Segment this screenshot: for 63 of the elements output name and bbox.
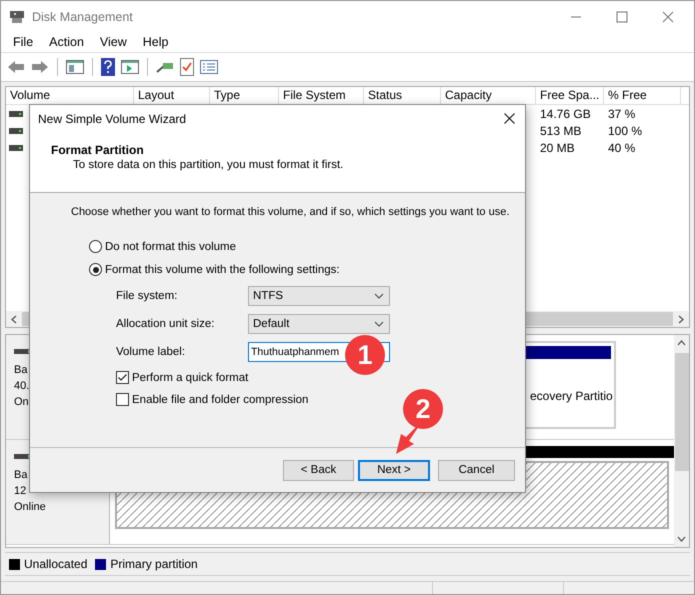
window-title: Disk Management <box>32 10 133 24</box>
radio-button[interactable] <box>89 263 102 276</box>
legend-label: Primary partition <box>110 557 198 571</box>
field-label: Allocation unit size: <box>116 318 216 330</box>
scroll-right-icon[interactable] <box>678 314 684 324</box>
legend-label: Unallocated <box>24 557 88 571</box>
scroll-up-icon[interactable] <box>677 340 686 346</box>
radio-label[interactable]: Do not format this volume <box>105 240 236 252</box>
help-icon[interactable] <box>101 58 115 76</box>
disk-info-text: Online <box>14 500 47 515</box>
drive-icon <box>9 144 23 150</box>
scroll-left-icon[interactable] <box>11 314 17 324</box>
table-cell-text: 14.76 GB <box>539 106 592 120</box>
instruction-text: Choose whether you want to format this volume, and if so, which settings you want to use. <box>71 206 510 218</box>
radio-label[interactable]: Format this volume with the following settings: <box>105 264 340 276</box>
page-subtitle: To store data on this partition, you must format it first. <box>73 159 344 171</box>
vertical-scrollbar[interactable] <box>674 335 689 547</box>
column-header[interactable]: % Free <box>604 87 681 104</box>
back-arrow-icon[interactable] <box>7 60 25 74</box>
action-panel-icon[interactable] <box>121 60 139 74</box>
disk-info-text: On <box>14 395 30 410</box>
drive-icon <box>9 110 23 116</box>
checkbox[interactable] <box>116 393 129 406</box>
console-panel-icon[interactable] <box>66 60 84 74</box>
disk-icon <box>9 10 25 24</box>
chevron-down-icon <box>374 321 384 327</box>
connect-icon[interactable] <box>156 60 174 74</box>
close-icon[interactable] <box>504 113 515 124</box>
checkbox-label[interactable]: Enable file and folder compression <box>132 394 308 406</box>
checkbox[interactable] <box>116 371 129 384</box>
forward-arrow-icon[interactable] <box>31 60 49 74</box>
disk-info-text: 12 <box>14 484 28 499</box>
disk-info-text: 40. <box>14 379 30 394</box>
table-cell-text: 100 % <box>607 124 644 138</box>
field-label: File system: <box>116 290 178 302</box>
menu-item[interactable]: Action <box>41 35 92 49</box>
dialog-button[interactable]: Cancel <box>438 460 515 480</box>
table-cell-text: 513 MB <box>539 124 582 138</box>
table-cell-text: 20 MB <box>539 140 576 154</box>
dropdown[interactable]: NTFS <box>248 286 390 306</box>
chevron-down-icon <box>374 293 384 299</box>
drive-icon <box>9 128 23 134</box>
maximize-icon[interactable] <box>616 10 628 22</box>
dialog-button[interactable]: Next > <box>358 460 430 480</box>
disk-info-text: Ba <box>14 363 28 378</box>
table-cell-text: 40 % <box>607 140 636 154</box>
field-label: Volume label: <box>116 346 186 358</box>
partition-label: ecovery Partitio <box>530 389 613 403</box>
disk-info-text: Ba <box>14 468 28 483</box>
checkbox-label[interactable]: Perform a quick format <box>132 372 248 384</box>
dropdown[interactable]: Default <box>248 314 390 334</box>
page-heading: Format Partition <box>51 143 145 157</box>
column-header[interactable]: Free Spa... <box>536 87 604 104</box>
properties-icon[interactable] <box>200 60 218 74</box>
table-cell-text: 37 % <box>607 106 636 120</box>
dialog-title: New Simple Volume Wizard <box>38 112 186 126</box>
radio-button[interactable] <box>89 240 102 253</box>
scroll-down-icon[interactable] <box>677 536 686 542</box>
menu-item[interactable]: View <box>92 35 135 49</box>
dialog-button[interactable]: < Back <box>283 460 354 480</box>
checklist-icon[interactable] <box>180 58 194 76</box>
menu-item[interactable]: File <box>5 35 42 49</box>
menu-item[interactable]: Help <box>134 35 176 49</box>
